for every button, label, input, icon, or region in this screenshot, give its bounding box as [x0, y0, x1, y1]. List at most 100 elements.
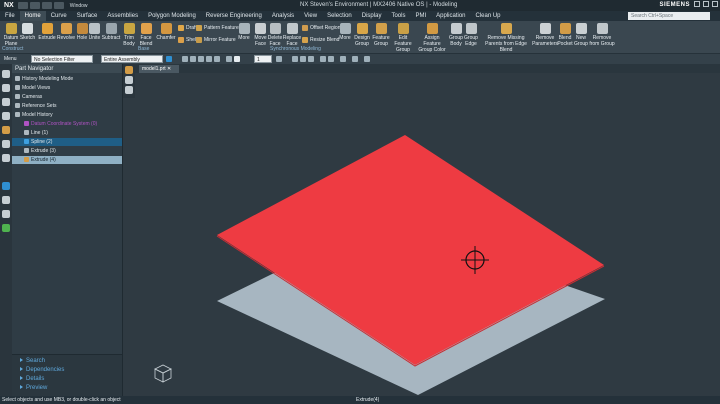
menu-file[interactable]: File — [0, 11, 20, 21]
maximize-icon[interactable] — [703, 1, 709, 7]
menu-clean-up[interactable]: Clean Up — [471, 11, 506, 21]
hole-button[interactable]: Hole — [76, 23, 88, 41]
tree-node[interactable]: Model History — [12, 111, 122, 119]
section-icon[interactable] — [352, 56, 358, 62]
redo-icon[interactable] — [41, 2, 52, 9]
move-face-button[interactable]: Move Face — [254, 23, 267, 47]
tree-node[interactable]: Cameras — [12, 93, 122, 101]
edit-feature-group-button[interactable]: Edit Feature Group — [391, 23, 415, 53]
save-icon[interactable] — [17, 2, 28, 9]
datum-plane-button[interactable]: Datum Plane — [2, 23, 20, 47]
trim-body-button[interactable]: Trim Body — [122, 23, 136, 47]
render-style-icon[interactable] — [340, 56, 346, 62]
menu-home[interactable]: Home — [19, 11, 46, 21]
filter-icon[interactable] — [182, 56, 188, 62]
close-icon[interactable] — [712, 1, 718, 7]
assembly-scope-dropdown[interactable]: Entire Assembly — [101, 55, 163, 63]
menu-surface[interactable]: Surface — [72, 11, 103, 21]
tree-node[interactable]: Model Views — [12, 84, 122, 92]
system-scenes-tab-icon[interactable] — [2, 224, 10, 232]
sketch-button[interactable]: Sketch — [19, 23, 36, 41]
graphics-window[interactable] — [135, 73, 720, 396]
remove-missing-parents-button[interactable]: Remove Missing Parents from Edge Blend — [480, 23, 532, 53]
pan-icon[interactable] — [328, 56, 334, 62]
snap-view-icon[interactable] — [125, 66, 133, 74]
hd3d-tools-tab-icon[interactable] — [2, 126, 10, 134]
fit-icon[interactable] — [300, 56, 306, 62]
tree-node[interactable]: Extrude (4) — [12, 156, 122, 164]
revolve-button[interactable]: Revolve — [57, 23, 75, 41]
rotate-icon[interactable] — [320, 56, 326, 62]
assign-feature-group-color-button[interactable]: Assign Feature Group Color — [416, 23, 448, 53]
snap-icon[interactable] — [166, 56, 172, 62]
part-navigator-tab-icon[interactable] — [2, 70, 10, 78]
menu-analysis[interactable]: Analysis — [267, 11, 299, 21]
menu-assemblies[interactable]: Assemblies — [102, 11, 143, 21]
face-icon[interactable] — [206, 56, 212, 62]
menu-pmi[interactable]: PMI — [410, 11, 431, 21]
process-studio-tab-icon[interactable] — [2, 196, 10, 204]
remove-from-group-button[interactable]: Remove from Group — [589, 23, 615, 47]
unite-button[interactable]: Unite — [88, 23, 101, 41]
clipping-icon[interactable] — [125, 76, 133, 84]
subtract-button[interactable]: Subtract — [101, 23, 121, 41]
reuse-library-tab-icon[interactable] — [2, 112, 10, 120]
remove-parameters-button[interactable]: Remove Parameters — [532, 23, 558, 47]
extruded-plate[interactable] — [217, 135, 604, 365]
dependencies-section[interactable]: Dependencies — [20, 367, 64, 373]
undo-icon[interactable] — [29, 2, 40, 9]
new-group-button[interactable]: New Group — [574, 23, 588, 47]
offset-region-button[interactable]: Offset Region — [302, 25, 340, 31]
tree-node[interactable]: Extrude (3) — [12, 147, 122, 155]
menu-tools[interactable]: Tools — [386, 11, 410, 21]
menu-display[interactable]: Display — [357, 11, 387, 21]
preview-section[interactable]: Preview — [20, 385, 47, 391]
refresh-icon[interactable] — [125, 86, 133, 94]
base-more-button[interactable]: More — [236, 23, 252, 41]
menu-reverse-engineering[interactable]: Reverse Engineering — [201, 11, 267, 21]
search-section[interactable]: Search — [20, 358, 45, 364]
curve-icon[interactable] — [198, 56, 204, 62]
tab-model1[interactable]: model1.prt ✕ — [139, 65, 179, 73]
extrude-button[interactable]: Extrude — [38, 23, 56, 41]
measure-icon[interactable] — [364, 56, 370, 62]
constraint-navigator-tab-icon[interactable] — [2, 98, 10, 106]
assembly-navigator-tab-icon[interactable] — [2, 84, 10, 92]
zoom-icon[interactable] — [308, 56, 314, 62]
delete-face-button[interactable]: Delete Face — [268, 23, 282, 47]
group-edge-button[interactable]: Group Edge — [464, 23, 478, 47]
menu-curve[interactable]: Curve — [46, 11, 72, 21]
pattern-feature-button[interactable]: Pattern Feature — [196, 25, 239, 31]
menu-view[interactable]: View — [299, 11, 322, 21]
view-icon[interactable] — [226, 56, 232, 62]
menu-button[interactable]: Menu — [2, 55, 28, 63]
mirror-feature-button[interactable]: Mirror Feature — [196, 37, 236, 43]
selection-filter-dropdown[interactable]: No Selection Filter — [31, 55, 93, 63]
history-tab-icon[interactable] — [2, 154, 10, 162]
tree-node[interactable]: History Modeling Mode — [12, 75, 122, 83]
group-body-button[interactable]: Group Body — [449, 23, 463, 47]
window-menu[interactable]: Window — [70, 3, 88, 9]
shaded-icon[interactable] — [234, 56, 240, 62]
orient-icon[interactable] — [292, 56, 298, 62]
viewport-canvas[interactable] — [135, 73, 720, 396]
cut-icon[interactable] — [53, 2, 64, 9]
web-browser-tab-icon[interactable] — [2, 140, 10, 148]
menu-polygon-modeling[interactable]: Polygon Modeling — [143, 11, 201, 21]
tree-node[interactable]: Datum Coordinate System (0) — [12, 120, 122, 128]
menu-application[interactable]: Application — [431, 11, 470, 21]
layer-dropdown[interactable]: 1 — [254, 55, 272, 63]
details-section[interactable]: Details — [20, 376, 44, 382]
face-blend-button[interactable]: Face Blend — [138, 23, 154, 47]
command-search-input[interactable]: Search Ctrl+Space — [628, 12, 710, 20]
shell-button[interactable]: Shell — [178, 37, 197, 43]
chamfer-button[interactable]: Chamfer — [156, 23, 176, 41]
menu-selection[interactable]: Selection — [322, 11, 357, 21]
roles-tab-icon[interactable] — [2, 210, 10, 218]
replace-face-button[interactable]: Replace Face — [283, 23, 301, 47]
tree-node[interactable]: Spline (2) — [12, 138, 122, 146]
work-layer-icon[interactable] — [276, 56, 282, 62]
feature-group-button[interactable]: Feature Group — [372, 23, 390, 47]
design-group-button[interactable]: Design Group — [353, 23, 371, 47]
blend-pocket-button[interactable]: Blend Pocket — [557, 23, 573, 47]
